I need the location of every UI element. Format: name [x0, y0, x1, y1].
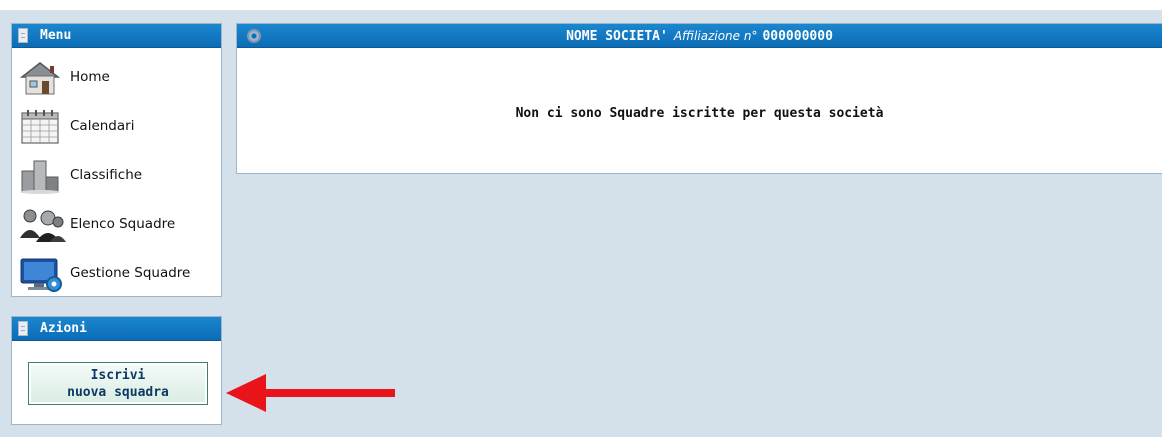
menu-item-label: Classifiche: [70, 166, 143, 183]
home-icon: [16, 57, 68, 97]
actions-panel: Azioni Iscrivi nuova squadra: [11, 316, 222, 425]
menu-item-label: Calendari: [70, 117, 135, 134]
team-management-icon: [16, 253, 68, 293]
menu-item-label: Gestione Squadre: [70, 264, 191, 281]
menu-item-elenco-squadre[interactable]: Elenco Squadre: [12, 199, 221, 248]
empty-teams-message: Non ci sono Squadre iscritte per questa …: [515, 106, 884, 121]
button-label-line2: nuova squadra: [67, 385, 169, 400]
affiliation-number: 000000000: [762, 28, 833, 44]
menu-item-label: Elenco Squadre: [70, 215, 176, 232]
menu-panel: Menu Home Calendari Classifiche Elenco S…: [11, 23, 222, 297]
ranking-icon: [16, 155, 68, 195]
society-title: NOME SOCIETA' Affiliazione n° 000000000: [237, 24, 1162, 48]
main-panel: NOME SOCIETA' Affiliazione n° 000000000 …: [236, 23, 1162, 174]
menu-item-label: Home: [70, 68, 110, 85]
society-name: NOME SOCIETA': [566, 28, 668, 44]
red-arrow-annotation: [226, 374, 395, 412]
button-label-line1: Iscrivi: [90, 368, 146, 383]
menu-list: Home Calendari Classifiche Elenco Squadr…: [12, 48, 221, 297]
menu-item-calendari[interactable]: Calendari: [12, 101, 221, 150]
menu-title: Menu: [40, 28, 72, 43]
actions-panel-header: Azioni: [12, 317, 221, 341]
menu-panel-header: Menu: [12, 24, 221, 48]
main-panel-header: NOME SOCIETA' Affiliazione n° 000000000: [237, 24, 1162, 48]
affiliation-label: Affiliazione n°: [673, 29, 758, 43]
actions-title: Azioni: [40, 321, 87, 336]
menu-item-home[interactable]: Home: [12, 52, 221, 101]
calendar-icon: [16, 106, 68, 146]
menu-item-gestione-squadre[interactable]: Gestione Squadre: [12, 248, 221, 297]
register-new-team-button[interactable]: Iscrivi nuova squadra: [28, 362, 208, 405]
menu-item-classifiche[interactable]: Classifiche: [12, 150, 221, 199]
teams-icon: [16, 204, 68, 244]
document-icon: [18, 28, 28, 43]
page-top-strip: [0, 0, 1162, 10]
document-icon: [18, 321, 28, 336]
